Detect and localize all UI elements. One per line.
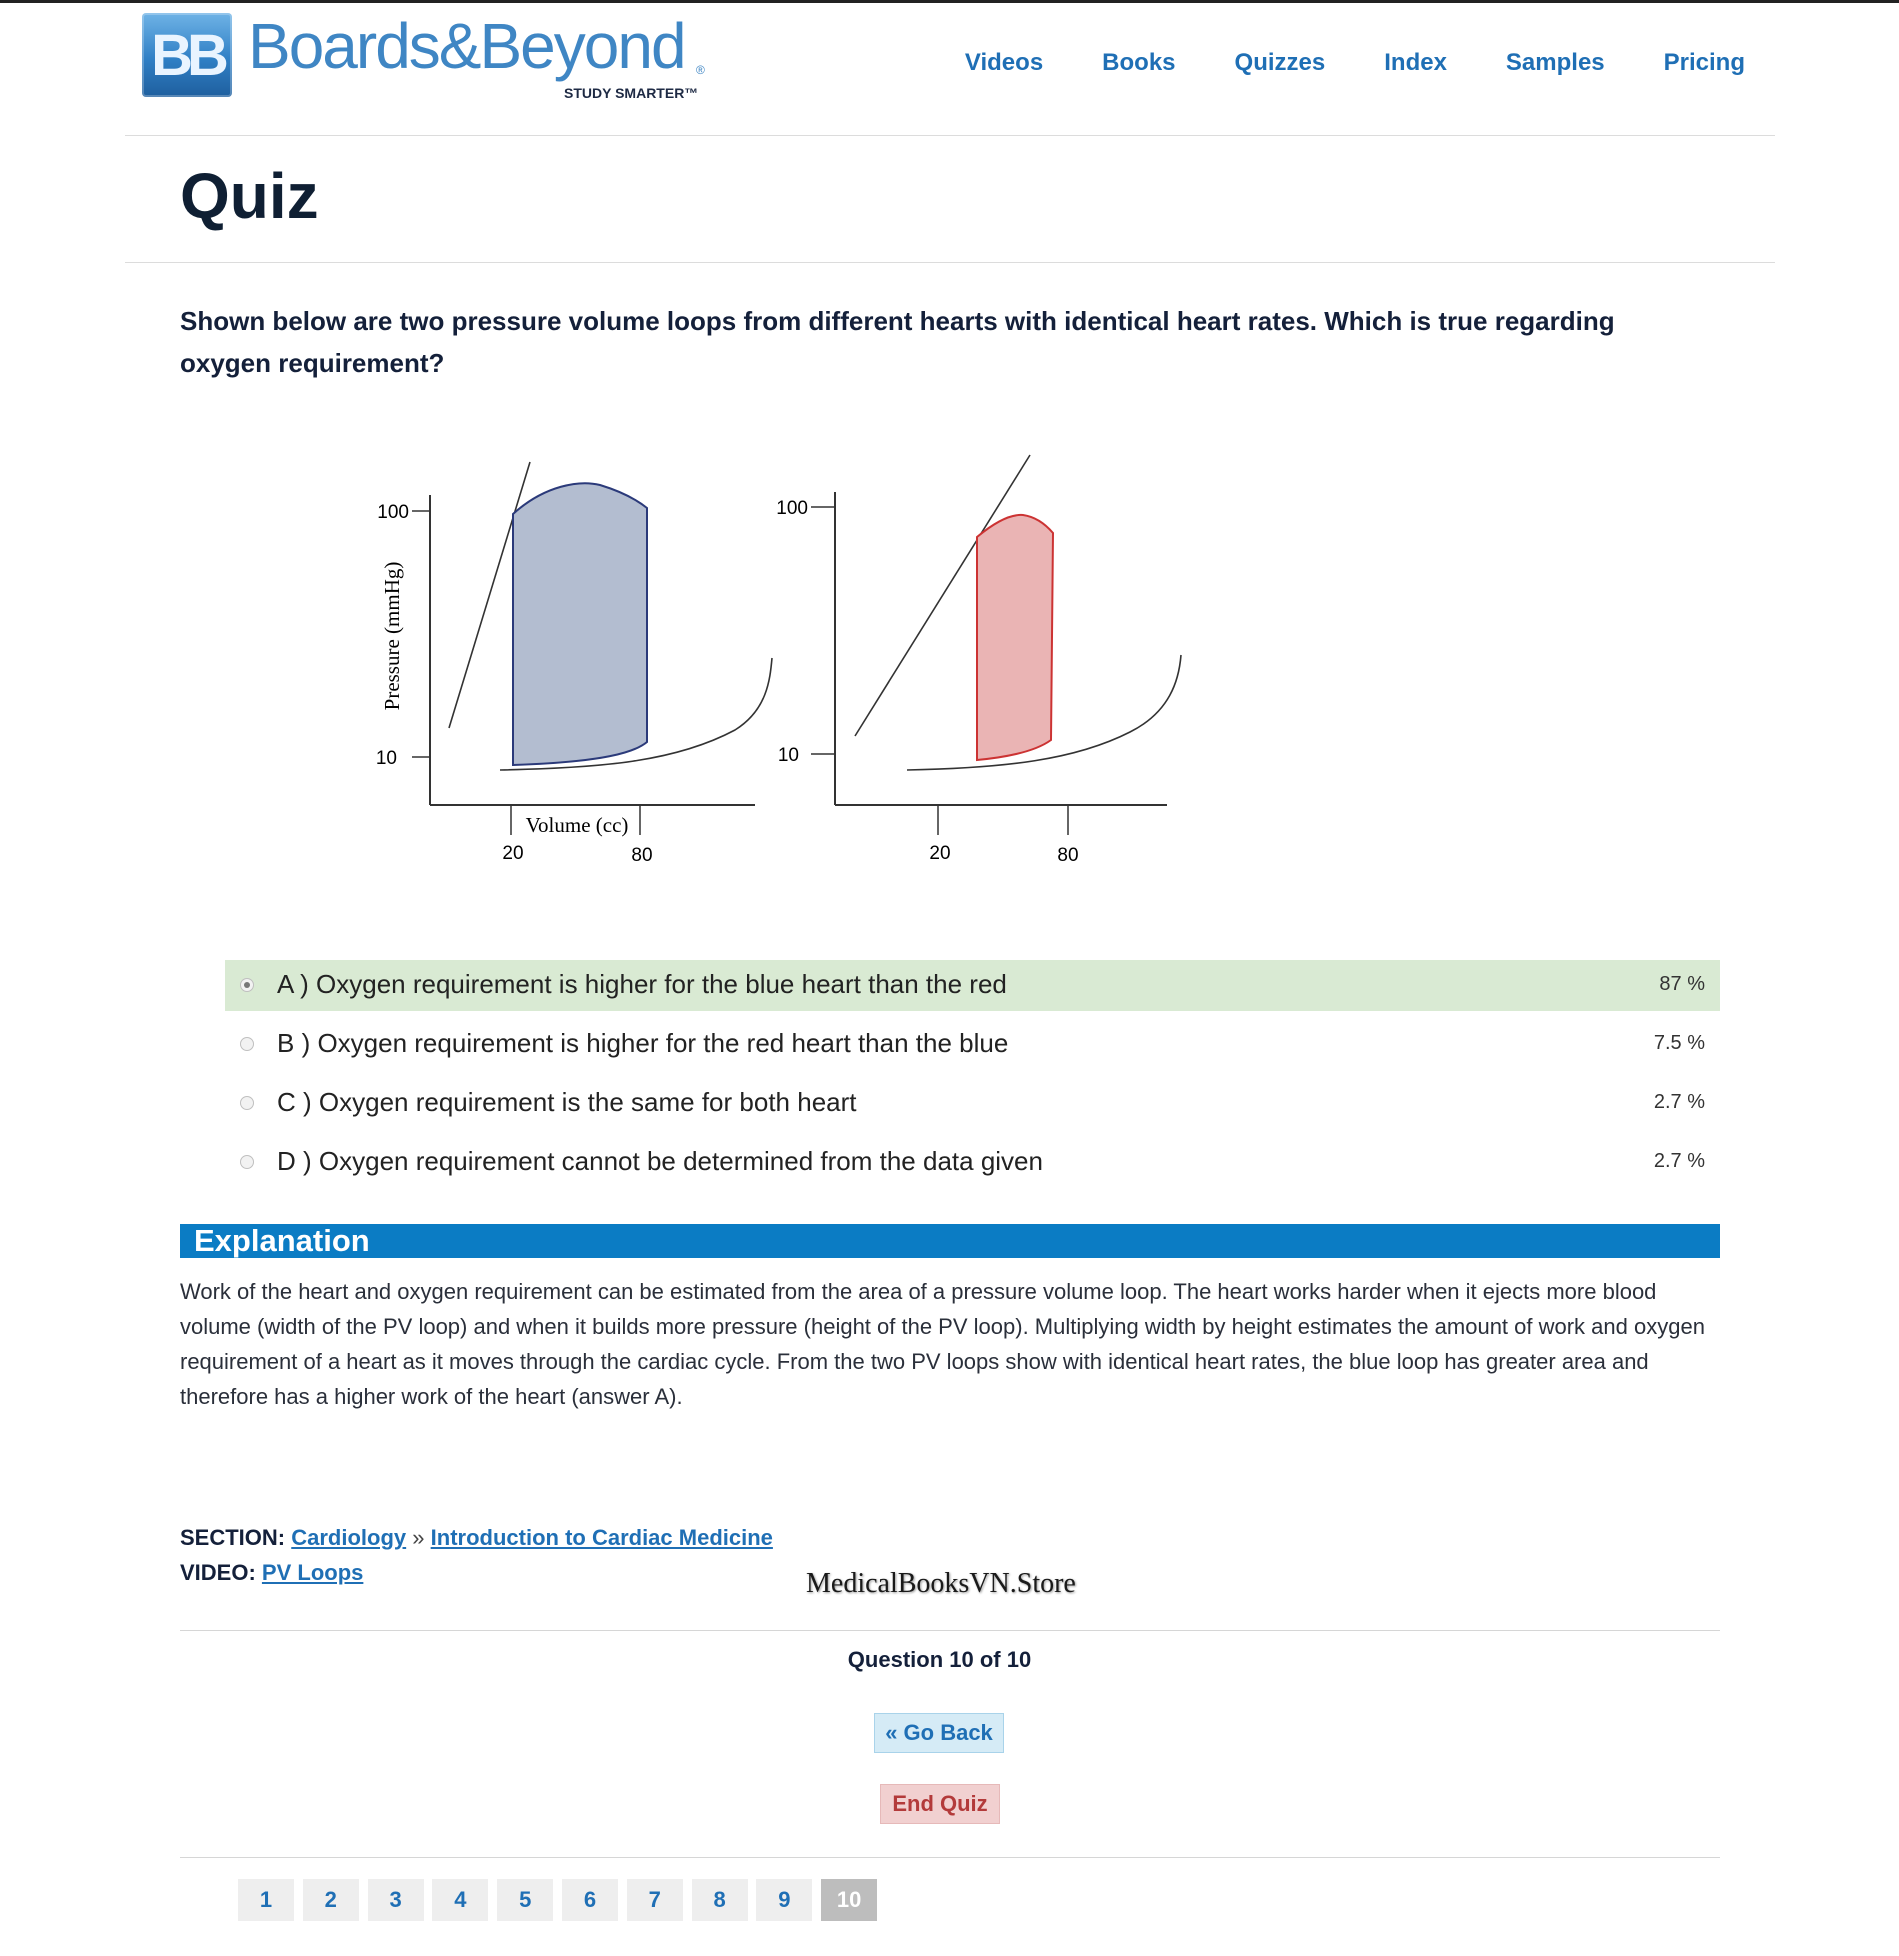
option-c-percent: 2.7 % xyxy=(1653,1091,1705,1113)
brand-tagline: STUDY SMARTER™ xyxy=(564,85,699,101)
divider-top xyxy=(180,1630,1720,1631)
nav-samples[interactable]: Samples xyxy=(1506,49,1605,77)
pv-loop-figure: 100 10 20 80 Volume (cc) Pressure (mmHg)… xyxy=(355,440,1205,880)
page-1[interactable]: 1 xyxy=(238,1879,294,1921)
nav-books[interactable]: Books xyxy=(1102,49,1175,77)
registered-mark: ® xyxy=(696,63,705,77)
option-b[interactable]: B ) Oxygen requirement is higher for the… xyxy=(225,1019,1720,1070)
subsection-link[interactable]: Introduction to Cardiac Medicine xyxy=(431,1525,773,1550)
question-counter: Question 10 of 10 xyxy=(847,1647,1032,1672)
right-xtick-label-20: 20 xyxy=(929,843,950,864)
brand-logo[interactable]: BB Boards&Beyond ® STUDY SMARTER™ xyxy=(142,10,708,103)
divider-bottom xyxy=(180,1857,1720,1858)
option-c-radio[interactable] xyxy=(240,1096,254,1110)
left-xtick-label-20: 20 xyxy=(502,843,523,864)
option-a-label: A ) Oxygen requirement is higher for the… xyxy=(277,969,1007,999)
option-d[interactable]: D ) Oxygen requirement cannot be determi… xyxy=(225,1137,1720,1188)
pv-loop-diagram: 100 10 20 80 Volume (cc) Pressure (mmHg)… xyxy=(376,454,1182,866)
logo-text: Boards&Beyond ® STUDY SMARTER™ xyxy=(248,10,708,103)
answer-options: A ) Oxygen requirement is higher for the… xyxy=(225,960,1720,1196)
section-link-cardiology[interactable]: Cardiology xyxy=(291,1525,406,1550)
right-ytick-label-100: 100 xyxy=(776,498,808,519)
option-c-label: C ) Oxygen requirement is the same for b… xyxy=(277,1087,857,1117)
option-a[interactable]: A ) Oxygen requirement is higher for the… xyxy=(225,960,1720,1011)
page-3[interactable]: 3 xyxy=(367,1879,424,1921)
red-pv-loop xyxy=(976,513,1055,762)
explanation-heading: Explanation xyxy=(180,1224,1720,1258)
section-label: SECTION: xyxy=(180,1525,286,1550)
y-axis-label: Pressure (mmHg) xyxy=(380,562,404,711)
option-b-radio[interactable] xyxy=(240,1037,254,1051)
watermark: MedicalBooksVN.Store xyxy=(806,1568,1076,1599)
main-nav: Videos Books Quizzes Index Samples Prici… xyxy=(906,49,1745,77)
option-b-percent: 7.5 % xyxy=(1653,1032,1705,1054)
option-a-percent: 87 % xyxy=(1659,973,1705,995)
title-band: Quiz xyxy=(125,135,1775,263)
breadcrumb-separator: » xyxy=(412,1525,425,1550)
page-8[interactable]: 8 xyxy=(691,1879,748,1921)
option-b-label: B ) Oxygen requirement is higher for the… xyxy=(277,1028,1009,1058)
video-label: VIDEO: xyxy=(180,1560,256,1585)
end-quiz-button[interactable]: End Quiz xyxy=(880,1784,1000,1824)
nav-pricing[interactable]: Pricing xyxy=(1664,49,1745,77)
page-9[interactable]: 9 xyxy=(756,1879,813,1921)
option-c[interactable]: C ) Oxygen requirement is the same for b… xyxy=(225,1078,1720,1129)
question-pager: 1 2 3 4 5 6 7 8 9 10 xyxy=(238,1879,886,1921)
brand-name: Boards&Beyond xyxy=(248,10,687,82)
go-back-button[interactable]: « Go Back xyxy=(874,1713,1004,1753)
option-a-radio[interactable] xyxy=(240,978,254,992)
left-ytick-label-100: 100 xyxy=(377,502,409,523)
section-line: SECTION: Cardiology » Introduction to Ca… xyxy=(180,1520,773,1555)
nav-index[interactable]: Index xyxy=(1384,49,1447,77)
question-text: Shown below are two pressure volume loop… xyxy=(180,306,1615,378)
option-d-label: D ) Oxygen requirement cannot be determi… xyxy=(277,1146,1043,1176)
blue-pv-loop xyxy=(512,482,648,767)
left-ytick-label-10: 10 xyxy=(376,748,397,769)
quiz-meta: SECTION: Cardiology » Introduction to Ca… xyxy=(180,1520,773,1590)
page-6[interactable]: 6 xyxy=(561,1879,618,1921)
video-link-pv-loops[interactable]: PV Loops xyxy=(262,1560,363,1585)
left-xtick-label-80: 80 xyxy=(631,845,652,866)
page-2[interactable]: 2 xyxy=(302,1879,359,1921)
page-4[interactable]: 4 xyxy=(432,1879,489,1921)
right-ytick-label-10: 10 xyxy=(778,745,799,766)
page-7[interactable]: 7 xyxy=(626,1879,683,1921)
logo-mark: BB xyxy=(142,13,232,97)
video-line: VIDEO: PV Loops xyxy=(180,1555,773,1590)
page-5[interactable]: 5 xyxy=(497,1879,554,1921)
right-xtick-label-80: 80 xyxy=(1057,845,1078,866)
page-title: Quiz xyxy=(180,160,319,232)
option-d-radio[interactable] xyxy=(240,1155,254,1169)
x-axis-label: Volume (cc) xyxy=(526,813,629,837)
nav-quizzes[interactable]: Quizzes xyxy=(1235,49,1326,77)
page-10-current[interactable]: 10 xyxy=(821,1879,878,1921)
option-d-percent: 2.7 % xyxy=(1653,1150,1705,1172)
site-header: BB Boards&Beyond ® STUDY SMARTER™ Videos… xyxy=(125,3,1775,136)
explanation-text: Work of the heart and oxygen requirement… xyxy=(180,1279,1705,1409)
nav-videos[interactable]: Videos xyxy=(965,49,1043,77)
